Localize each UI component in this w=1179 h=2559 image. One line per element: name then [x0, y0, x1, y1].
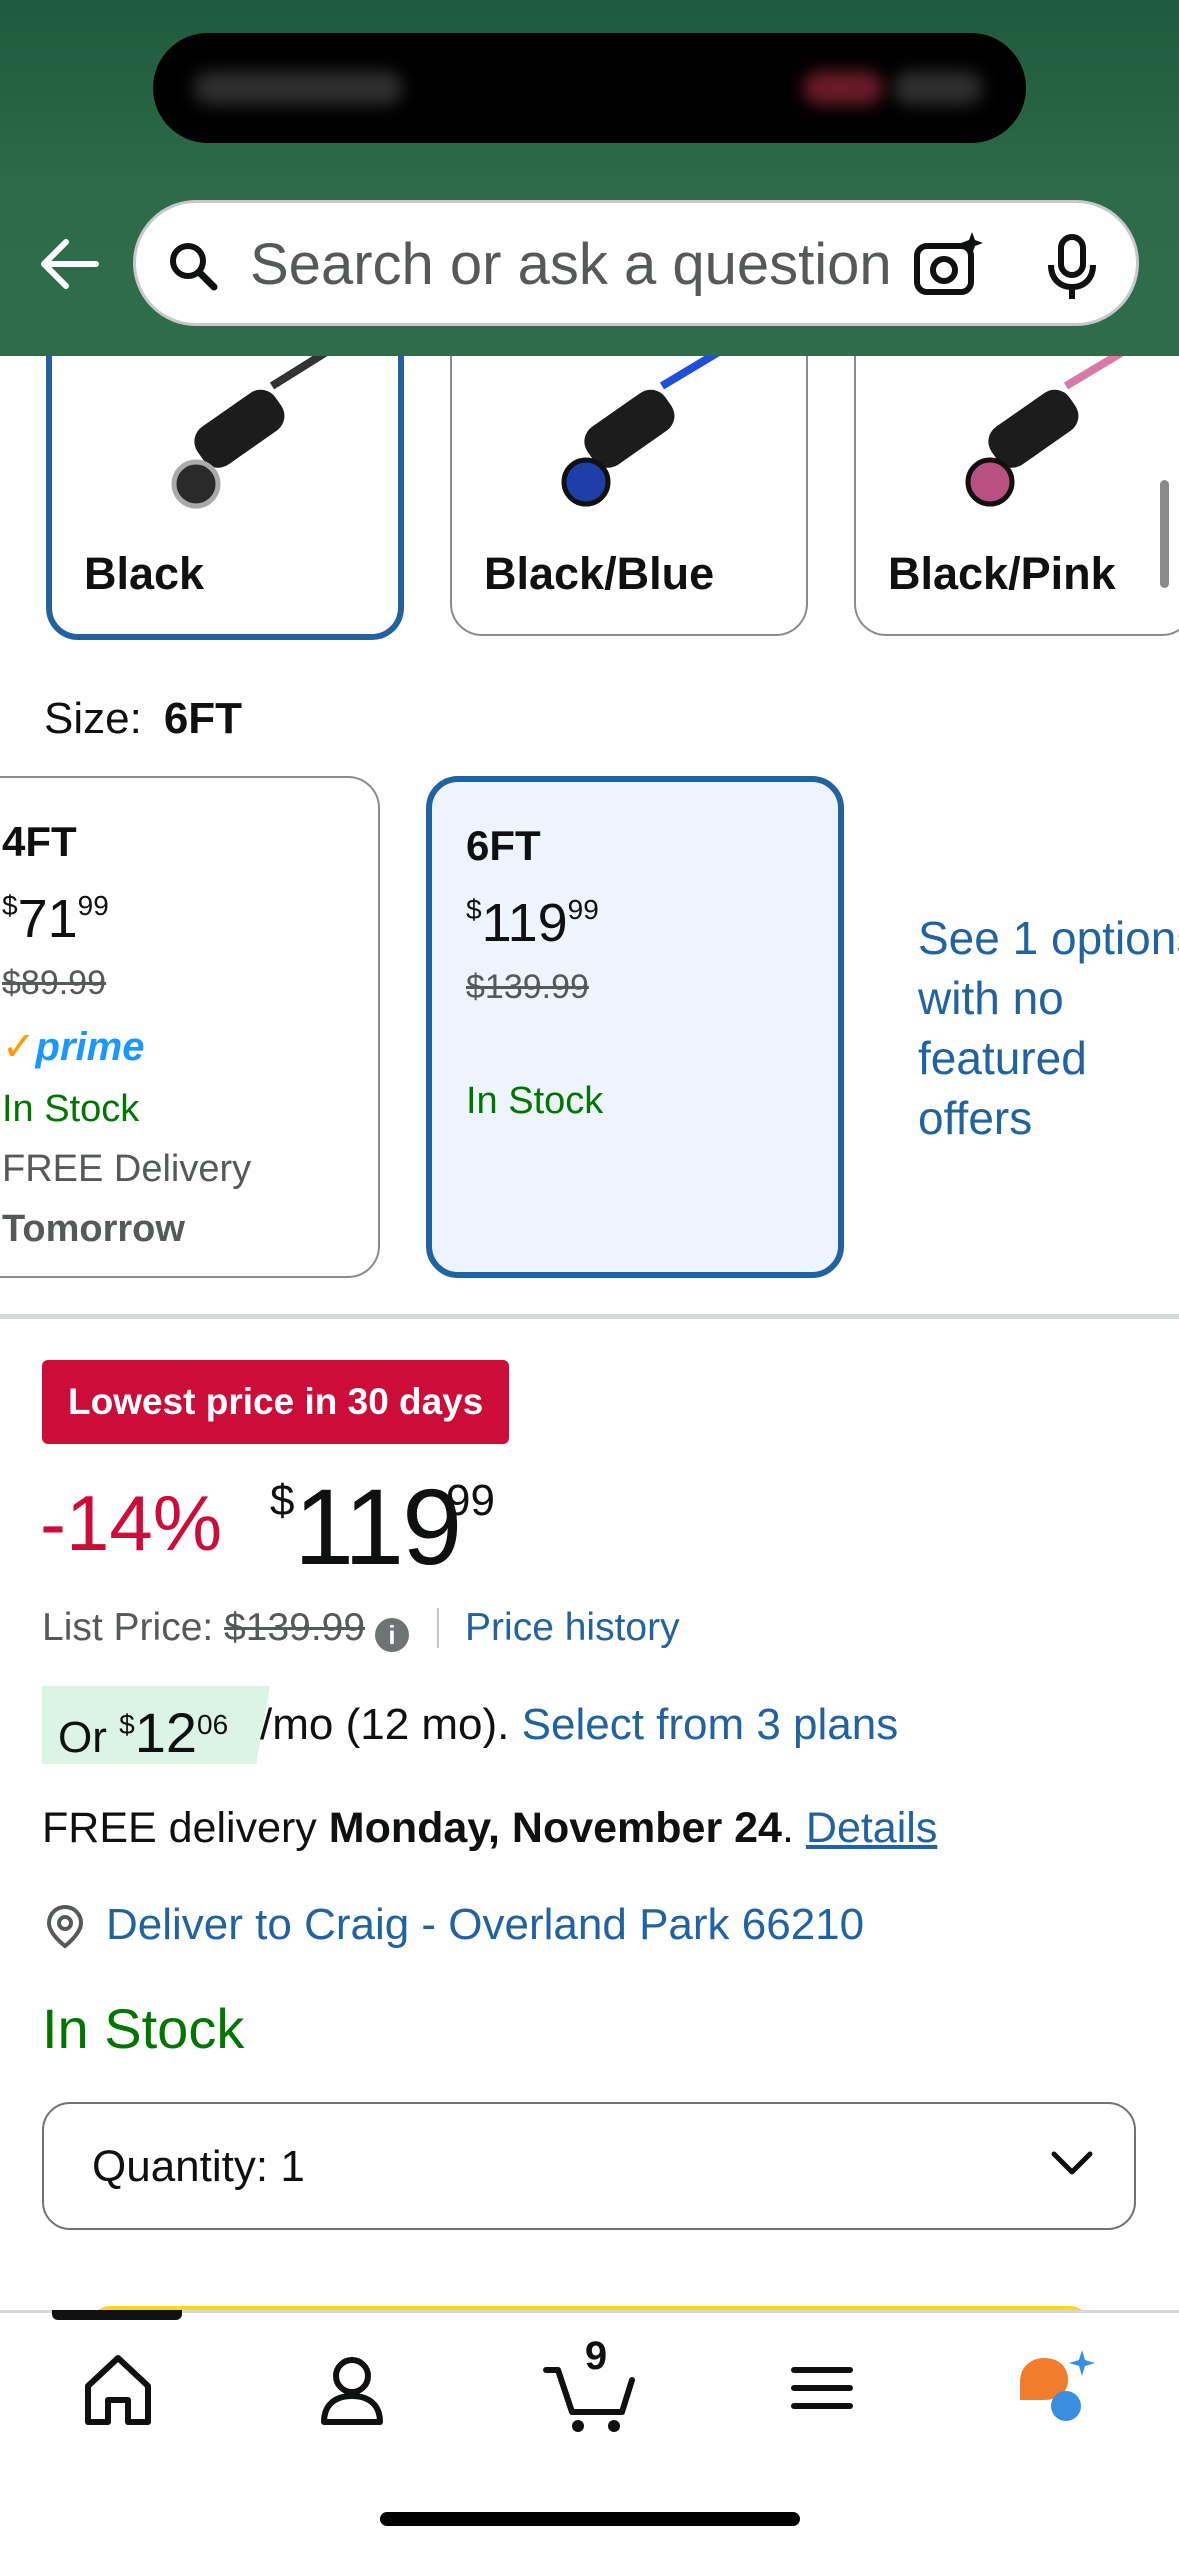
stock-status: In Stock [42, 1997, 245, 2060]
see-other-options-link[interactable]: See 1 options with no featured offers [918, 908, 1179, 1148]
status-bar [153, 33, 1026, 143]
microphone-icon[interactable] [1042, 233, 1102, 301]
barbell-blue-image [561, 356, 720, 507]
delivery-line: FREE delivery Monday, November 24. Detai… [42, 1804, 938, 1852]
price-history-link[interactable]: Price history [465, 1606, 680, 1649]
color-option-black[interactable]: Black [46, 356, 404, 640]
delivery-date: Monday, November 24 [328, 1804, 782, 1852]
scrollbar[interactable] [1160, 480, 1169, 588]
chevron-down-icon [1051, 2151, 1093, 2175]
price-whole: 119 [294, 1466, 462, 1587]
deliver-to-link[interactable]: Deliver to Craig - Overland Park 66210 [42, 1900, 864, 1950]
size-option-delivery-day: Tomorrow [2, 1208, 185, 1250]
deliver-to-text: Deliver to Craig - Overland Park 66210 [106, 1900, 865, 1949]
size-option-price: $11999 [466, 893, 599, 953]
size-option-list-price: $89.99 [2, 964, 106, 1002]
prime-check-icon: ✓ [2, 1025, 36, 1069]
cart-count-badge: 9 [584, 2334, 608, 2378]
barbell-black-image [171, 356, 328, 509]
price-fraction: 99 [446, 1476, 495, 1525]
color-option-label: Black/Pink [888, 548, 1116, 599]
status-text-blurred [193, 71, 403, 105]
price-currency: $ [270, 1476, 295, 1525]
plan-term: /mo (12 mo). Select from 3 plans [260, 1700, 899, 1749]
barbell-pink-image [965, 356, 1124, 507]
color-option-black-blue[interactable]: Black/Blue [450, 356, 808, 636]
section-divider [0, 1314, 1179, 1319]
size-option-stock: In Stock [2, 1088, 140, 1130]
delivery-details-link[interactable]: Details [806, 1804, 937, 1852]
list-price-label: List Price: [42, 1606, 214, 1649]
size-option-stock: In Stock [466, 1080, 604, 1122]
size-option-size: 6FT [466, 822, 541, 869]
account-icon[interactable] [302, 2338, 402, 2438]
prime-badge: ✓prime [2, 1025, 145, 1069]
menu-icon[interactable] [772, 2338, 872, 2438]
battery-icon [893, 71, 983, 105]
size-option-price: $7199 [2, 889, 109, 949]
color-option-label: Black/Blue [484, 548, 715, 599]
deal-badge: Lowest price in 30 days [42, 1360, 510, 1444]
size-option-delivery: FREE Delivery [2, 1148, 252, 1190]
select-plans-link[interactable]: Select from 3 plans [522, 1700, 899, 1749]
quantity-label: Quantity: 1 [92, 2142, 305, 2191]
battery-percent-blurred [803, 71, 883, 105]
rufus-assistant-icon[interactable] [1006, 2338, 1106, 2438]
info-icon[interactable]: i [375, 1618, 410, 1652]
home-indicator[interactable] [380, 2512, 800, 2526]
size-label: Size: [44, 694, 142, 743]
separator [437, 1608, 440, 1648]
size-selection-label: Size: 6FT [44, 694, 242, 744]
back-arrow-icon[interactable] [36, 232, 100, 296]
quantity-value: 1 [280, 2142, 305, 2191]
color-option-black-pink[interactable]: Black/Pink [854, 356, 1179, 636]
camera-lens-icon[interactable] [912, 230, 986, 300]
list-price-line: List Price: $139.99 i Price history [42, 1606, 680, 1652]
delivery-prefix: FREE delivery [42, 1804, 317, 1852]
search-icon [170, 243, 218, 291]
size-value: 6FT [163, 694, 243, 743]
home-icon[interactable] [68, 2338, 168, 2438]
active-tab-indicator [52, 2310, 182, 2320]
search-bar[interactable]: Search or ask a question [133, 200, 1139, 326]
color-option-label: Black [84, 548, 205, 599]
size-option-size: 4FT [2, 818, 77, 865]
discount-percent: -14% [40, 1479, 223, 1567]
list-price-value: $139.99 [224, 1606, 366, 1649]
location-pin-icon [46, 1904, 84, 1949]
app-header: Search or ask a question [0, 0, 1179, 356]
quantity-selector[interactable]: Quantity: 1 [42, 2102, 1136, 2230]
size-option-list-price: $139.99 [466, 968, 589, 1006]
size-option-4ft[interactable]: 4FT $7199 $89.99 ✓prime In Stock FREE De… [0, 776, 380, 1278]
size-option-6ft[interactable]: 6FT $11999 $139.99 In Stock [426, 776, 844, 1278]
plan-monthly-price: Or $1206 [58, 1701, 229, 1764]
